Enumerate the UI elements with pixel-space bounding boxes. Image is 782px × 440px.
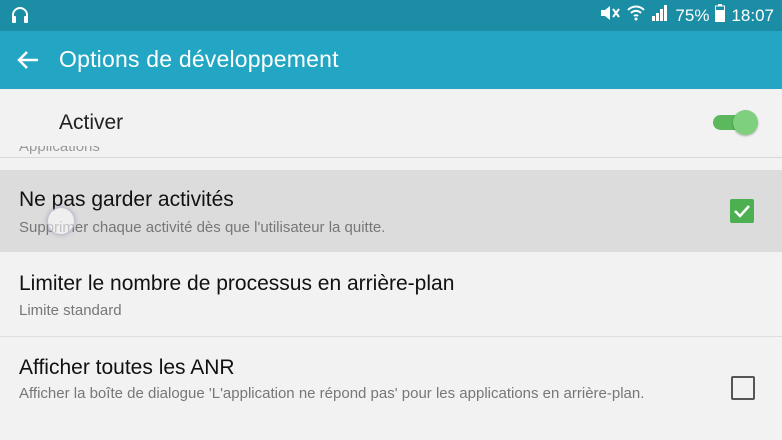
setting-dont-keep-activities[interactable]: Ne pas garder activités Supprimer chaque… [0,170,782,252]
wifi-icon [627,4,646,27]
master-switch-row[interactable]: Activer [0,89,782,158]
battery-icon [715,4,726,27]
battery-percent: 75% [675,5,710,25]
mute-icon [599,4,621,27]
checkbox-unchecked[interactable] [731,376,755,400]
page-title: Options de développement [59,46,339,72]
headphones-icon [10,5,30,30]
signal-icon [651,4,669,27]
setting-title: Ne pas garder activités [19,188,234,211]
status-bar: 75% 18:07 [0,0,782,31]
master-switch-label: Activer [59,111,124,134]
toggle-switch-knob[interactable] [733,110,758,135]
arrow-back-icon[interactable] [14,45,44,75]
setting-limit-background-processes[interactable]: Limiter le nombre de processus en arrièr… [0,253,782,337]
setting-summary: Limite standard [19,302,122,319]
touch-indicator [47,207,75,235]
clock: 18:07 [731,5,774,25]
check-icon [734,205,750,218]
checkbox-checked[interactable] [730,199,754,223]
app-bar: Options de développement [0,31,782,89]
section-header: Applications [19,146,100,155]
setting-title: Limiter le nombre de processus en arrièr… [19,272,455,295]
setting-title: Afficher toutes les ANR [19,356,235,379]
setting-summary: Afficher la boîte de dialogue 'L'applica… [19,385,645,402]
setting-summary: Supprimer chaque activité dès que l'util… [19,219,386,236]
setting-show-all-anrs[interactable]: Afficher toutes les ANR Afficher la boît… [0,337,782,440]
